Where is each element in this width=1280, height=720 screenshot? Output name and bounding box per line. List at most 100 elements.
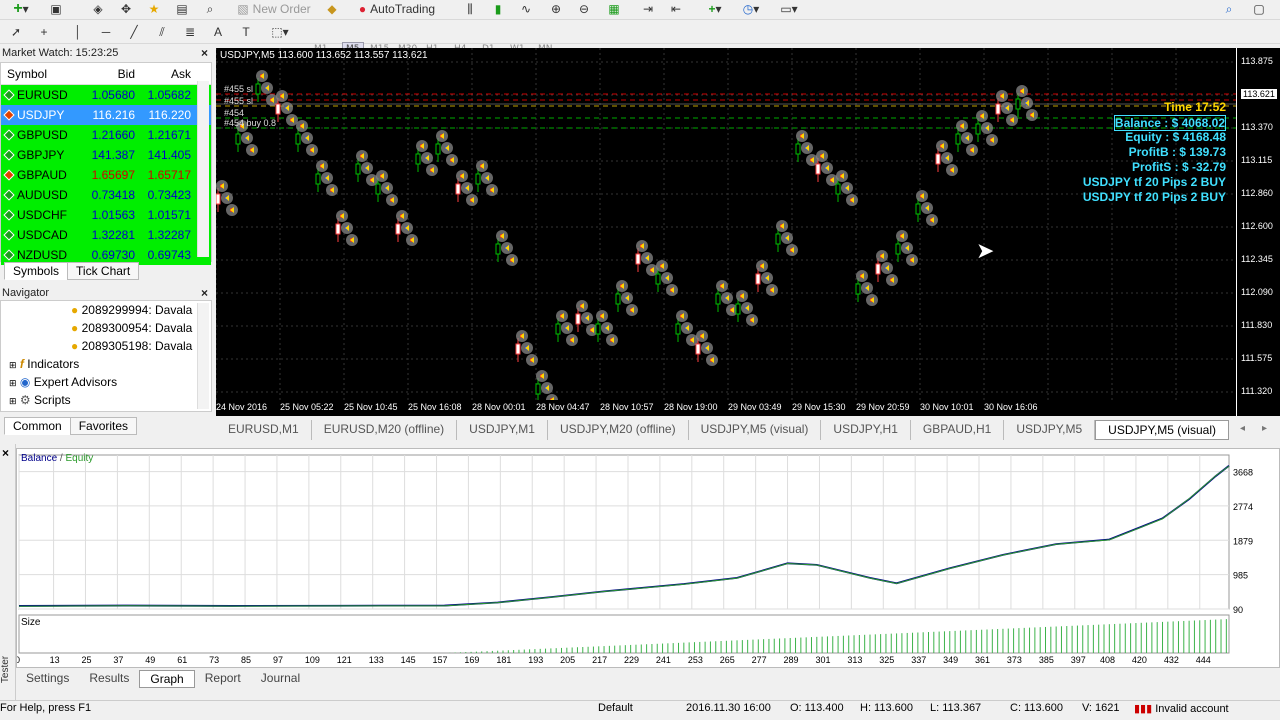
market-watch-row[interactable]: GBPAUD 1.65697 1.65717 (1, 165, 211, 185)
crosshair-tool[interactable]: + (36, 23, 52, 41)
cursor-tool[interactable]: ➚ (8, 23, 24, 41)
expand-icon[interactable]: ⊞ (9, 360, 17, 370)
tab-scroll-right-icon[interactable]: ▸ (1262, 423, 1267, 434)
favorites-button[interactable]: ★ (144, 0, 164, 18)
status-profile: Default (598, 702, 633, 714)
nav-item-indicators[interactable]: ⊞ f Indicators (9, 357, 79, 371)
tester-tabs: Settings Results Graph Report Journal (16, 670, 310, 688)
col-symbol[interactable]: Symbol (1, 63, 79, 84)
line-chart-button[interactable]: ∿ (516, 0, 536, 18)
candle-body (255, 83, 261, 95)
chart-tab[interactable]: USDJPY,M5 (1004, 420, 1096, 440)
chart-tab[interactable]: GBPAUD,H1 (911, 420, 1005, 440)
chart-header: USDJPY,M5 113.600 113.652 113.557 113.62… (220, 50, 428, 61)
candle-body (635, 253, 641, 265)
market-watch-row[interactable]: EURUSD 1.05680 1.05682 (1, 85, 211, 105)
expand-icon[interactable]: ⊞ (9, 378, 17, 388)
account-item[interactable]: ● 2089300954: Davala (71, 321, 192, 335)
tile-windows-button[interactable]: ▦ (604, 0, 624, 18)
col-ask[interactable]: Ask (135, 63, 193, 84)
graph-x-label: 157 (433, 655, 448, 665)
terminal-button[interactable]: ▤ (172, 0, 192, 18)
time-axis-label: 29 Nov 15:30 (792, 402, 846, 412)
chart-tab[interactable]: EURUSD,M1 (216, 420, 312, 440)
nav-item-expert-advisors[interactable]: ⊞ ◉ Expert Advisors (9, 375, 117, 389)
expand-icon[interactable]: ⊞ (9, 396, 17, 406)
graph-x-label: 217 (592, 655, 607, 665)
col-bid[interactable]: Bid (79, 63, 135, 84)
tab-scroll-left-icon[interactable]: ◂ (1240, 423, 1245, 434)
candle-chart-button[interactable]: ▮ (488, 0, 508, 18)
graph-x-label: 444 (1196, 655, 1211, 665)
account-item[interactable]: ● 2089305198: Davala (71, 339, 192, 353)
close-icon[interactable]: × (201, 45, 208, 61)
chart-tab[interactable]: USDJPY,M20 (offline) (548, 420, 689, 440)
navigator-title: Navigator × (0, 285, 212, 301)
indicators-button[interactable]: + ▾ (700, 0, 730, 18)
symbol-label: USDJPY (17, 108, 65, 122)
chart-tab[interactable]: USDJPY,M1 (457, 420, 548, 440)
nav-item-scripts[interactable]: ⊞ ⚙ Scripts (9, 393, 71, 407)
trendline-tool[interactable]: ╱ (126, 23, 142, 41)
new-chart-button[interactable]: + ▾ (6, 0, 36, 18)
tab-favorites[interactable]: Favorites (69, 417, 138, 435)
market-watch-row[interactable]: GBPUSD 1.21660 1.21671 (1, 125, 211, 145)
chart-tab[interactable]: USDJPY,M5 (visual) (689, 420, 822, 440)
tab-tick-chart[interactable]: Tick Chart (67, 262, 140, 280)
fibo-tool[interactable]: ≣ (182, 23, 198, 41)
navigator-button[interactable]: ✥ (116, 0, 136, 18)
market-watch-row[interactable]: USDCAD 1.32281 1.32287 (1, 225, 211, 245)
shapes-tool[interactable]: ⬚ ▾ (266, 23, 294, 41)
bid-cell: 141.387 (91, 148, 135, 162)
profiles-button[interactable]: ▣ (44, 0, 68, 18)
candle-body (915, 203, 921, 215)
tab-common[interactable]: Common (4, 417, 71, 435)
periods-button[interactable]: ◷ ▾ (736, 0, 766, 18)
chart-tab[interactable]: USDJPY,M5 (visual) (1095, 420, 1229, 440)
market-watch-row[interactable]: USDJPY 116.216 116.220 (1, 105, 211, 125)
autoscroll-button[interactable]: ⇥ (638, 0, 658, 18)
navigator-scrollbar[interactable] (197, 303, 209, 409)
zoom-out-button[interactable]: ⊖ (574, 0, 594, 18)
zoom-in-button[interactable]: ⊕ (546, 0, 566, 18)
horizontal-line-tool[interactable]: ─ (98, 23, 114, 41)
new-order-button[interactable]: ▧ New Order (234, 0, 314, 18)
market-watch-row[interactable]: USDCHF 1.01563 1.01571 (1, 205, 211, 225)
auto-trading-button[interactable]: ● AutoTrading (350, 0, 444, 18)
symbol-label: GBPAUD (17, 168, 67, 182)
close-icon[interactable]: × (2, 446, 9, 460)
vertical-line-tool[interactable]: │ (70, 23, 86, 41)
market-watch-button[interactable]: ◈ (88, 0, 108, 18)
market-watch-scrollbar[interactable] (197, 81, 209, 257)
search-button[interactable]: ⌕ (1220, 0, 1238, 18)
chart-tab[interactable]: EURUSD,M20 (offline) (312, 420, 458, 440)
tester-tab-settings[interactable]: Settings (16, 670, 79, 688)
tester-tab-graph[interactable]: Graph (139, 670, 195, 688)
tester-button[interactable]: ⌕ (200, 0, 220, 18)
candle-body (295, 133, 301, 145)
market-watch-row[interactable]: GBPJPY 141.387 141.405 (1, 145, 211, 165)
channel-tool[interactable]: ⫽ (154, 23, 170, 41)
ask-cell: 116.220 (148, 108, 192, 122)
graph-y-label: 985 (1233, 571, 1248, 581)
ask-cell: 1.05682 (147, 88, 191, 102)
price-chart[interactable]: USDJPY,M5 113.600 113.652 113.557 113.62… (215, 48, 1236, 416)
indicator-plus-icon: + (708, 2, 716, 16)
metaeditor-button[interactable]: ◆ (324, 0, 340, 18)
templates-button[interactable]: ▭ ▾ (774, 0, 804, 18)
ask-cell: 1.65717 (147, 168, 191, 182)
close-icon[interactable]: × (201, 285, 208, 301)
label-tool[interactable]: T (238, 23, 254, 41)
market-watch-row[interactable]: AUDUSD 0.73418 0.73423 (1, 185, 211, 205)
tester-tab-results[interactable]: Results (79, 670, 139, 688)
text-tool[interactable]: A (210, 23, 226, 41)
chat-button[interactable]: ▢ (1250, 0, 1268, 18)
tab-symbols[interactable]: Symbols (4, 262, 69, 280)
bar-chart-button[interactable]: ⫼ (460, 0, 480, 18)
chart-tab[interactable]: USDJPY,H1 (821, 420, 911, 440)
tester-tab-journal[interactable]: Journal (251, 670, 310, 688)
star-icon: ★ (148, 2, 160, 16)
tester-tab-report[interactable]: Report (195, 670, 251, 688)
account-item[interactable]: ● 2089299994: Davala (71, 303, 192, 317)
chart-shift-button[interactable]: ⇤ (666, 0, 686, 18)
